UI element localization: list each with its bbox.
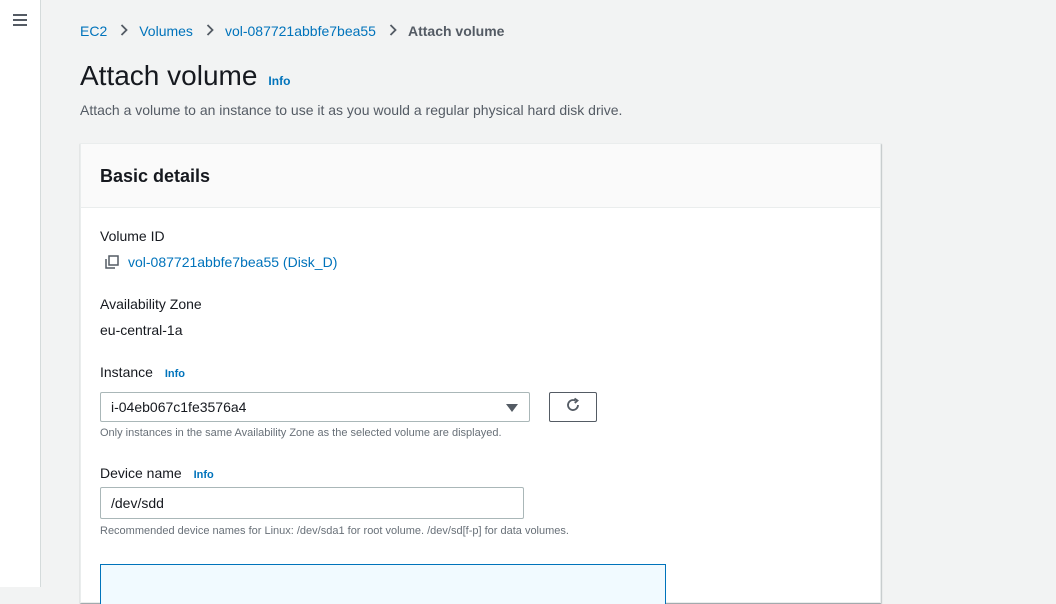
page-info-link[interactable]: Info [268, 74, 290, 88]
page-header: Attach volume Info [80, 60, 290, 92]
volume-id-link[interactable]: vol-087721abbfe7bea55 (Disk_D) [128, 254, 337, 270]
availability-zone-label: Availability Zone [100, 296, 202, 312]
instance-label-row: Instance Info [100, 364, 185, 380]
device-name-label-row: Device name Info [100, 465, 214, 481]
chevron-right-icon [206, 23, 214, 39]
volume-id-label: Volume ID [100, 228, 165, 244]
instance-select-value: i-04eb067c1fe3576a4 [111, 399, 247, 415]
panel-heading: Basic details [100, 166, 211, 186]
instance-select[interactable]: i-04eb067c1fe3576a4 [100, 392, 530, 422]
device-name-input[interactable] [100, 487, 524, 519]
hamburger-icon[interactable] [13, 14, 27, 26]
breadcrumb-ec2[interactable]: EC2 [80, 23, 107, 39]
copy-icon[interactable] [105, 255, 119, 269]
device-name-info-link[interactable]: Info [194, 469, 214, 481]
device-name-hint: Recommended device names for Linux: /dev… [100, 525, 569, 537]
breadcrumb-volumes[interactable]: Volumes [139, 23, 193, 39]
instance-label: Instance [100, 364, 153, 380]
breadcrumb-current: Attach volume [407, 23, 505, 39]
page-description: Attach a volume to an instance to use it… [80, 102, 623, 118]
availability-zone-value: eu-central-1a [100, 322, 183, 338]
info-alert-box [100, 564, 666, 604]
refresh-button[interactable] [549, 392, 597, 422]
panel-header: Basic details [81, 144, 880, 208]
chevron-right-icon [120, 23, 129, 39]
basic-details-panel: Basic details Volume ID vol-087721abbfe7… [80, 143, 881, 604]
chevron-right-icon [389, 23, 397, 39]
caret-down-icon [506, 404, 518, 412]
device-name-label: Device name [100, 465, 182, 481]
instance-hint: Only instances in the same Availability … [100, 427, 502, 439]
volume-id-row: vol-087721abbfe7bea55 (Disk_D) [105, 254, 337, 270]
breadcrumb-volume-id[interactable]: vol-087721abbfe7bea55 [225, 23, 376, 39]
left-nav-rail [0, 0, 41, 587]
page-title: Attach volume [80, 60, 258, 91]
breadcrumb: EC2 Volumes vol-087721abbfe7bea55 Attach… [80, 22, 504, 40]
refresh-icon [565, 397, 581, 418]
instance-info-link[interactable]: Info [165, 368, 185, 380]
